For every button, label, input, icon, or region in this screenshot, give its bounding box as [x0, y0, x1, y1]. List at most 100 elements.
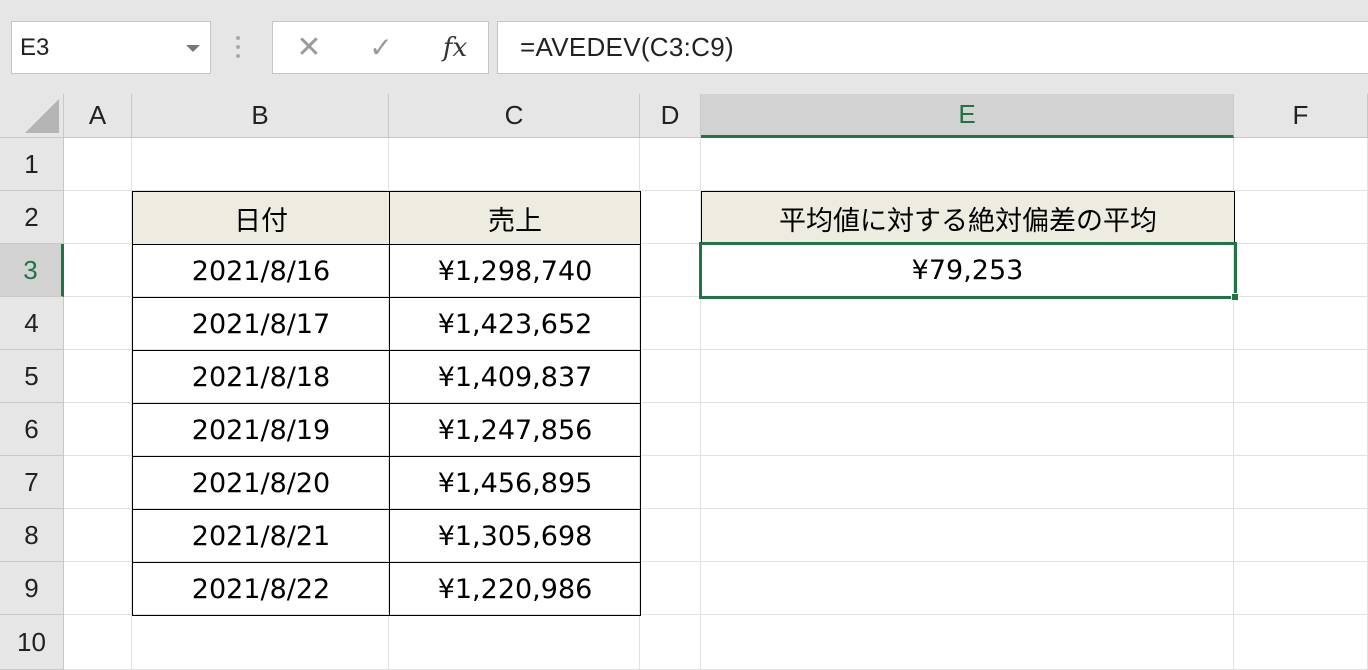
- grid-cell[interactable]: [389, 615, 640, 670]
- table-cell-sales[interactable]: ¥1,247,856: [389, 403, 641, 457]
- grid-cell[interactable]: [701, 297, 1234, 350]
- grid-cell[interactable]: [1234, 403, 1368, 456]
- row-header-7[interactable]: 7: [0, 456, 64, 509]
- cell-value: ¥1,456,895: [437, 467, 593, 499]
- grid-cell[interactable]: [701, 615, 1234, 670]
- result-value-cell[interactable]: ¥79,253: [701, 244, 1235, 298]
- grid-cell[interactable]: [1234, 191, 1368, 244]
- grid-cell[interactable]: [64, 138, 132, 191]
- column-header-e[interactable]: E: [701, 94, 1234, 138]
- column-header-b[interactable]: B: [132, 94, 389, 138]
- column-header-f[interactable]: F: [1234, 94, 1368, 138]
- table-cell-sales[interactable]: ¥1,423,652: [389, 297, 641, 351]
- table-cell-date[interactable]: 2021/8/17: [132, 297, 390, 351]
- row-header-10[interactable]: 10: [0, 615, 64, 670]
- table-cell-sales[interactable]: ¥1,409,837: [389, 350, 641, 404]
- grid-cell[interactable]: [1234, 244, 1368, 297]
- drag-handle-icon[interactable]: [236, 36, 240, 58]
- formula-buttons: ✕ ✓ fx: [272, 21, 489, 74]
- row-header-2[interactable]: 2: [0, 191, 64, 244]
- result-value: ¥79,253: [911, 255, 1024, 286]
- grid-cell[interactable]: [64, 615, 132, 670]
- enter-icon[interactable]: ✓: [361, 22, 401, 73]
- cell-value: 2021/8/17: [191, 308, 331, 340]
- grid-cell[interactable]: [64, 403, 132, 456]
- select-all-button[interactable]: [0, 94, 64, 138]
- grid-cell[interactable]: [64, 297, 132, 350]
- formula-bar: E3 ✕ ✓ fx =AVEDEV(C3:C9): [0, 0, 1368, 94]
- cell-value: 2021/8/21: [191, 520, 331, 552]
- grid-cell[interactable]: [640, 297, 701, 350]
- row-header-6[interactable]: 6: [0, 403, 64, 456]
- table-cell-sales[interactable]: ¥1,305,698: [389, 509, 641, 563]
- grid-cell[interactable]: [64, 350, 132, 403]
- grid-cell[interactable]: [701, 509, 1234, 562]
- grid-cell[interactable]: [1234, 562, 1368, 615]
- grid-cell[interactable]: [640, 191, 701, 244]
- result-label-cell[interactable]: 平均値に対する絶対偏差の平均: [701, 191, 1235, 245]
- grid-cell[interactable]: [640, 509, 701, 562]
- cell-value: ¥1,220,986: [437, 573, 593, 605]
- table-cell-date[interactable]: 2021/8/18: [132, 350, 390, 404]
- cell-value: ¥1,247,856: [437, 414, 593, 446]
- grid-cell[interactable]: [64, 244, 132, 297]
- row-header-1[interactable]: 1: [0, 138, 64, 191]
- cell-value: ¥1,423,652: [437, 308, 593, 340]
- grid-cell[interactable]: [640, 403, 701, 456]
- column-header-a[interactable]: A: [64, 94, 132, 138]
- grid-cell[interactable]: [64, 456, 132, 509]
- table-cell-date[interactable]: 2021/8/16: [132, 244, 390, 298]
- table-header-sales[interactable]: 売上: [389, 191, 641, 245]
- row-header-3[interactable]: 3: [0, 244, 64, 297]
- name-box[interactable]: E3: [11, 21, 211, 74]
- chevron-down-icon[interactable]: [186, 45, 200, 52]
- grid-cell[interactable]: [701, 403, 1234, 456]
- table-cell-date[interactable]: 2021/8/22: [132, 562, 390, 616]
- formula-input[interactable]: =AVEDEV(C3:C9): [497, 21, 1368, 74]
- grid-cell[interactable]: [64, 562, 132, 615]
- table-cell-date[interactable]: 2021/8/21: [132, 509, 390, 563]
- fill-handle[interactable]: [1231, 293, 1239, 301]
- grid-cell[interactable]: [132, 138, 389, 191]
- worksheet-grid[interactable]: A B C D E F 1 2 3 4 5 6 7 8 9 10 日付 売上 2…: [0, 94, 1368, 670]
- insert-function-icon[interactable]: fx: [433, 22, 477, 73]
- row-header-5[interactable]: 5: [0, 350, 64, 403]
- row-header-9[interactable]: 9: [0, 562, 64, 615]
- result-label: 平均値に対する絶対偏差の平均: [779, 205, 1157, 237]
- grid-cell[interactable]: [701, 562, 1234, 615]
- grid-cell[interactable]: [640, 244, 701, 297]
- grid-cell[interactable]: [1234, 138, 1368, 191]
- row-header-8[interactable]: 8: [0, 509, 64, 562]
- table-cell-date[interactable]: 2021/8/19: [132, 403, 390, 457]
- cancel-icon[interactable]: ✕: [289, 22, 329, 73]
- cell-value: 2021/8/20: [191, 467, 331, 499]
- table-cell-date[interactable]: 2021/8/20: [132, 456, 390, 510]
- grid-cell[interactable]: [64, 191, 132, 244]
- grid-cell[interactable]: [64, 509, 132, 562]
- table-cell-sales[interactable]: ¥1,456,895: [389, 456, 641, 510]
- grid-cell[interactable]: [701, 350, 1234, 403]
- grid-cell[interactable]: [1234, 615, 1368, 670]
- grid-cell[interactable]: [640, 138, 701, 191]
- grid-cell[interactable]: [389, 138, 640, 191]
- grid-cell[interactable]: [1234, 456, 1368, 509]
- table-header-date-label: 日付: [234, 205, 288, 237]
- table-cell-sales[interactable]: ¥1,298,740: [389, 244, 641, 298]
- grid-cell[interactable]: [640, 562, 701, 615]
- grid-cell[interactable]: [1234, 297, 1368, 350]
- grid-cell[interactable]: [701, 138, 1234, 191]
- grid-cell[interactable]: [132, 615, 389, 670]
- grid-cell[interactable]: [701, 456, 1234, 509]
- column-header-c[interactable]: C: [389, 94, 640, 138]
- grid-cell[interactable]: [640, 350, 701, 403]
- column-header-d[interactable]: D: [640, 94, 701, 138]
- grid-cell[interactable]: [640, 456, 701, 509]
- select-all-triangle-icon: [25, 99, 59, 133]
- table-cell-sales[interactable]: ¥1,220,986: [389, 562, 641, 616]
- name-box-value: E3: [20, 34, 50, 61]
- grid-cell[interactable]: [1234, 350, 1368, 403]
- row-header-4[interactable]: 4: [0, 297, 64, 350]
- grid-cell[interactable]: [1234, 509, 1368, 562]
- grid-cell[interactable]: [640, 615, 701, 670]
- table-header-date[interactable]: 日付: [132, 191, 390, 245]
